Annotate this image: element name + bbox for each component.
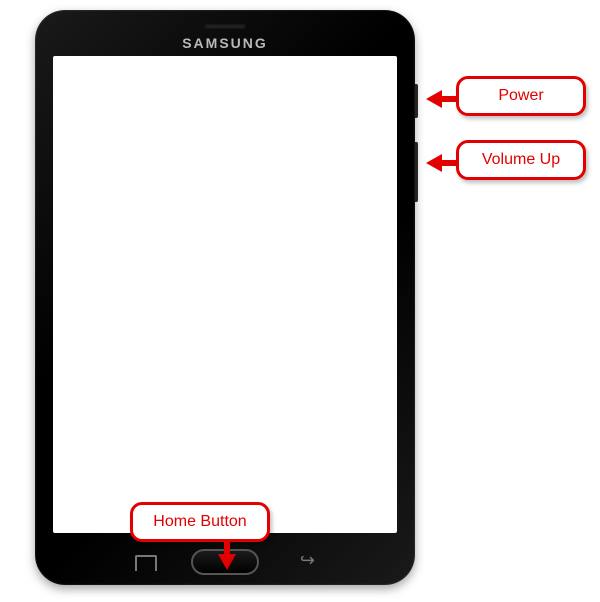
back-button[interactable]: ↪ [300,550,315,571]
callout-volume-up: Volume Up [456,140,586,180]
tablet-screen[interactable] [53,56,397,533]
arrow-down-icon [218,554,236,570]
tablet-device: SAMSUNG ↪ [35,10,415,585]
callout-home-button: Home Button [130,502,270,542]
arrow-left-icon [426,154,442,172]
brand-logo: SAMSUNG [35,35,415,51]
speaker-grille [204,24,246,29]
recent-apps-button[interactable] [135,555,157,571]
callout-home-label: Home Button [153,513,246,530]
callout-power-label: Power [498,87,543,104]
callout-volume-label: Volume Up [482,151,560,168]
arrow-left-icon [426,90,442,108]
callout-power: Power [456,76,586,116]
